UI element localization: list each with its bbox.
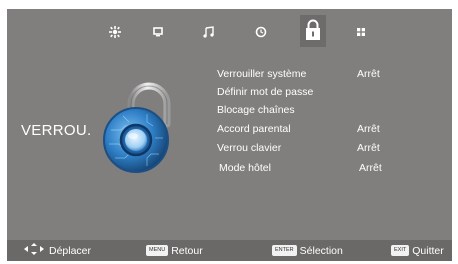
select-hint: ENTER Sélection — [272, 240, 343, 261]
menu-item-system-lock[interactable]: Verrouiller système Arrêt — [217, 66, 447, 84]
menu-tab-bar — [7, 9, 452, 53]
padlock-icon[interactable] — [300, 15, 326, 47]
menu-item-label: Définir mot de passe — [217, 86, 314, 98]
section-title: VERROU. — [21, 122, 92, 139]
footer-hint-bar: Déplacer MENU Retour ENTER Sélection EXI… — [7, 240, 452, 261]
menu-item-parental-guidance[interactable]: Accord parental Arrêt — [217, 121, 447, 139]
menu-item-value: Arrêt — [359, 162, 382, 174]
padlock-illustration-icon — [103, 80, 189, 178]
exit-hint: EXIT Quitter — [391, 240, 444, 261]
music-note-icon[interactable] — [198, 21, 220, 43]
back-label: Retour — [171, 244, 203, 257]
picture-icon[interactable] — [104, 21, 126, 43]
screen-icon[interactable] — [147, 21, 169, 43]
clock-icon[interactable] — [250, 21, 272, 43]
menu-item-value: Arrêt — [357, 142, 380, 154]
exit-label: Quitter — [412, 244, 444, 257]
dpad-icon — [23, 242, 45, 259]
exit-key-icon: EXIT — [391, 245, 410, 256]
menu-item-label: Blocage chaînes — [217, 104, 295, 116]
menu-item-label: Verrouiller système — [217, 68, 307, 80]
menu-item-key-lock[interactable]: Verrou clavier Arrêt — [217, 140, 447, 158]
back-hint: MENU Retour — [146, 240, 203, 261]
menu-item-set-password[interactable]: Définir mot de passe — [217, 84, 447, 102]
enter-key-icon: ENTER — [272, 245, 297, 256]
grid-icon[interactable] — [350, 21, 372, 43]
menu-item-label: Verrou clavier — [217, 142, 282, 154]
menu-item-channel-block[interactable]: Blocage chaînes — [217, 102, 447, 120]
menu-item-value: Arrêt — [357, 68, 380, 80]
move-hint: Déplacer — [23, 240, 91, 261]
select-label: Sélection — [299, 244, 343, 257]
menu-key-icon: MENU — [146, 245, 169, 256]
menu-item-label: Mode hôtel — [219, 162, 271, 174]
menu-item-value: Arrêt — [357, 123, 380, 135]
move-label: Déplacer — [49, 244, 92, 257]
menu-item-hotel-mode[interactable]: Mode hôtel Arrêt — [217, 160, 447, 178]
tv-menu-screen: VERROU. Verrouiller système Arrêt Défini… — [7, 9, 452, 261]
menu-item-label: Accord parental — [217, 123, 291, 135]
